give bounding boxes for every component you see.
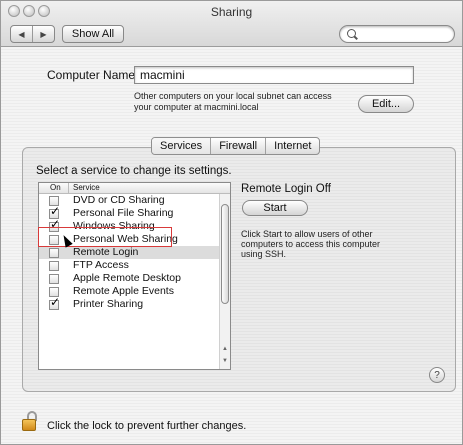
start-button[interactable]: Start: [242, 200, 308, 216]
checkmark-icon: ✓: [50, 204, 61, 218]
title-bar: Sharing ◀ ▶ Show All: [1, 1, 462, 47]
table-row[interactable]: FTP Access: [39, 259, 230, 272]
tab-services[interactable]: Services: [152, 138, 211, 154]
service-status: Remote Login Off: [241, 183, 331, 195]
table-row[interactable]: Remote Apple Events: [39, 285, 230, 298]
service-description: Click Start to allow users of other comp…: [241, 229, 381, 259]
computer-name-label: Computer Name:: [47, 68, 139, 82]
edit-button[interactable]: Edit...: [358, 95, 414, 113]
services-instruction: Select a service to change its settings.: [36, 165, 232, 177]
vertical-scrollbar[interactable]: ▲ ▼: [219, 194, 230, 369]
service-name: Remote Apple Events: [73, 285, 174, 297]
services-table: On Service DVD or CD Sharing ✓ Personal …: [38, 182, 231, 370]
column-divider: [68, 183, 69, 194]
service-name: Printer Sharing: [73, 298, 144, 310]
service-name: Personal File Sharing: [73, 207, 174, 219]
computer-name-field[interactable]: macmini: [134, 66, 414, 84]
scroll-thumb[interactable]: [221, 204, 229, 304]
column-service[interactable]: Service: [73, 183, 100, 193]
help-button[interactable]: ?: [429, 367, 445, 383]
table-row[interactable]: ✓ Personal File Sharing: [39, 204, 230, 220]
table-header: On Service: [39, 183, 230, 194]
lock-message: Click the lock to prevent further change…: [47, 420, 247, 432]
show-all-button[interactable]: Show All: [62, 25, 124, 43]
forward-arrow-icon[interactable]: ▶: [32, 26, 54, 42]
service-name: DVD or CD Sharing: [73, 194, 165, 206]
search-input[interactable]: [339, 25, 455, 43]
computer-name-note: Other computers on your local subnet can…: [134, 91, 332, 112]
tab-firewall[interactable]: Firewall: [210, 138, 265, 154]
back-forward-control[interactable]: ◀ ▶: [10, 25, 55, 43]
table-row[interactable]: DVD or CD Sharing: [39, 194, 230, 207]
search-icon: [347, 29, 356, 38]
checkmark-icon: ✓: [50, 295, 61, 309]
lock-open-icon[interactable]: [22, 411, 40, 431]
table-row[interactable]: ✓ Printer Sharing: [39, 296, 230, 311]
table-row[interactable]: Remote Login: [39, 246, 230, 259]
scroll-up-arrow-icon[interactable]: ▲: [220, 344, 230, 354]
window-title: Sharing: [210, 5, 253, 19]
service-checkbox[interactable]: [49, 274, 59, 284]
service-checkbox[interactable]: [49, 261, 59, 271]
tab-bar: Services Firewall Internet: [151, 137, 321, 155]
back-arrow-icon[interactable]: ◀: [11, 26, 32, 42]
service-name: Remote Login: [73, 246, 139, 258]
service-checkbox[interactable]: ✓: [49, 296, 60, 310]
service-name: FTP Access: [73, 259, 129, 271]
sharing-window: Sharing ◀ ▶ Show All Computer Name: macm…: [0, 0, 463, 445]
highlight-annotation: [38, 227, 172, 247]
lock-body: [22, 419, 36, 431]
scroll-down-arrow-icon[interactable]: ▼: [220, 356, 230, 366]
table-row[interactable]: Apple Remote Desktop: [39, 272, 230, 285]
tab-internet[interactable]: Internet: [265, 138, 319, 154]
column-on[interactable]: On: [50, 183, 61, 193]
service-name: Apple Remote Desktop: [73, 272, 181, 284]
service-checkbox[interactable]: [49, 248, 59, 258]
